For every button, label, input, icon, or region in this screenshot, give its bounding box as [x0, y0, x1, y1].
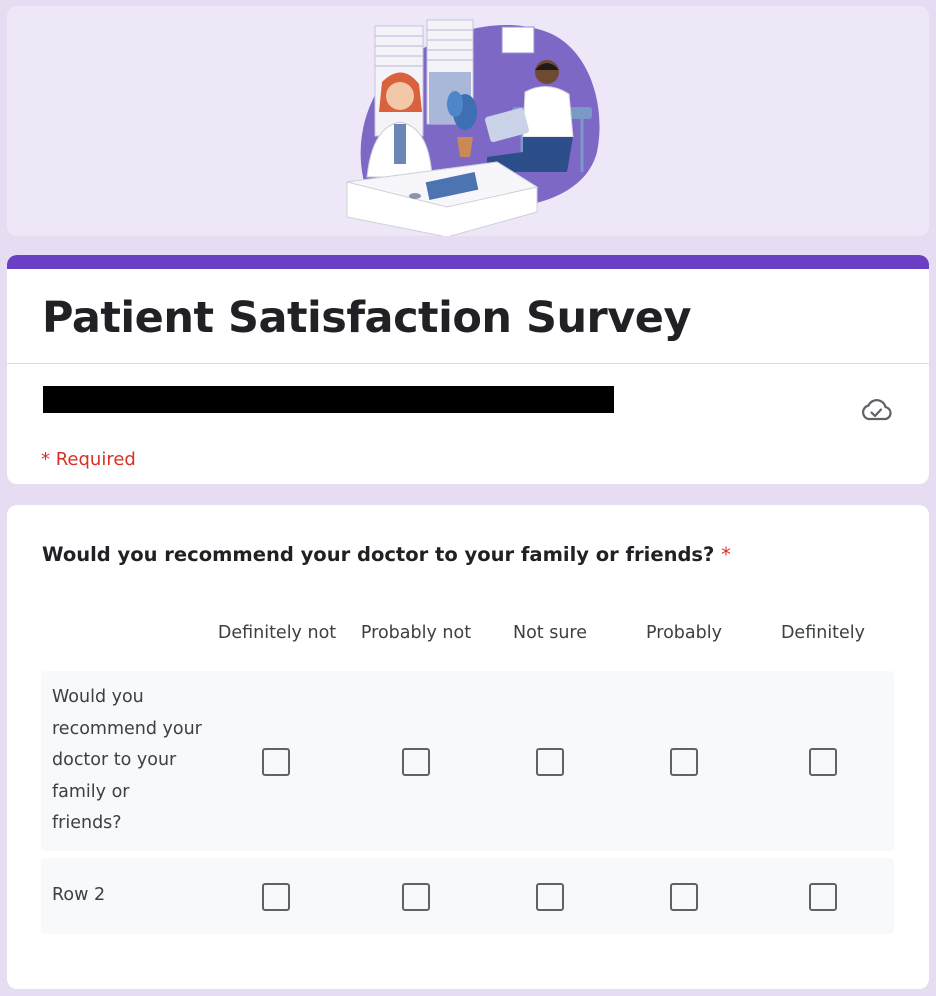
checkbox-not-sure[interactable]	[536, 883, 564, 911]
grid-column-headers: Definitely not Probably not Not sure Pro…	[7, 623, 929, 649]
form-title: Patient Satisfaction Survey	[42, 293, 692, 343]
header-divider	[7, 363, 929, 364]
clinic-illustration	[346, 19, 600, 236]
checkbox-definitely[interactable]	[809, 883, 837, 911]
column-header: Probably	[646, 623, 722, 643]
question-title: Would you recommend your doctor to your …	[42, 543, 731, 566]
question-card: Would you recommend your doctor to your …	[7, 505, 929, 989]
checkbox-definitely-not[interactable]	[262, 883, 290, 911]
row-label: Would you recommend your doctor to your …	[52, 687, 202, 833]
grid-row: Would you recommend your doctor to your …	[41, 671, 894, 851]
checkbox-not-sure[interactable]	[536, 748, 564, 776]
required-asterisk: *	[721, 543, 731, 566]
checkbox-probably-not[interactable]	[402, 748, 430, 776]
checkbox-probably[interactable]	[670, 748, 698, 776]
checkbox-definitely-not[interactable]	[262, 748, 290, 776]
column-header: Not sure	[512, 623, 588, 643]
required-note: * Required	[41, 449, 136, 470]
checkbox-probably-not[interactable]	[402, 883, 430, 911]
checkbox-definitely[interactable]	[809, 748, 837, 776]
question-text: Would you recommend your doctor to your …	[42, 543, 715, 566]
row-label: Row 2	[52, 885, 106, 905]
cloud-saved-icon[interactable]	[859, 397, 893, 425]
column-header: Definitely not	[217, 623, 337, 643]
column-header: Probably not	[360, 623, 472, 643]
checkbox-probably[interactable]	[670, 883, 698, 911]
account-info-redacted	[43, 386, 614, 413]
grid-row: Row 2	[41, 858, 894, 934]
column-header: Definitely	[780, 623, 866, 643]
form-header-card: Patient Satisfaction Survey * Required	[7, 255, 929, 484]
header-banner	[7, 6, 929, 236]
